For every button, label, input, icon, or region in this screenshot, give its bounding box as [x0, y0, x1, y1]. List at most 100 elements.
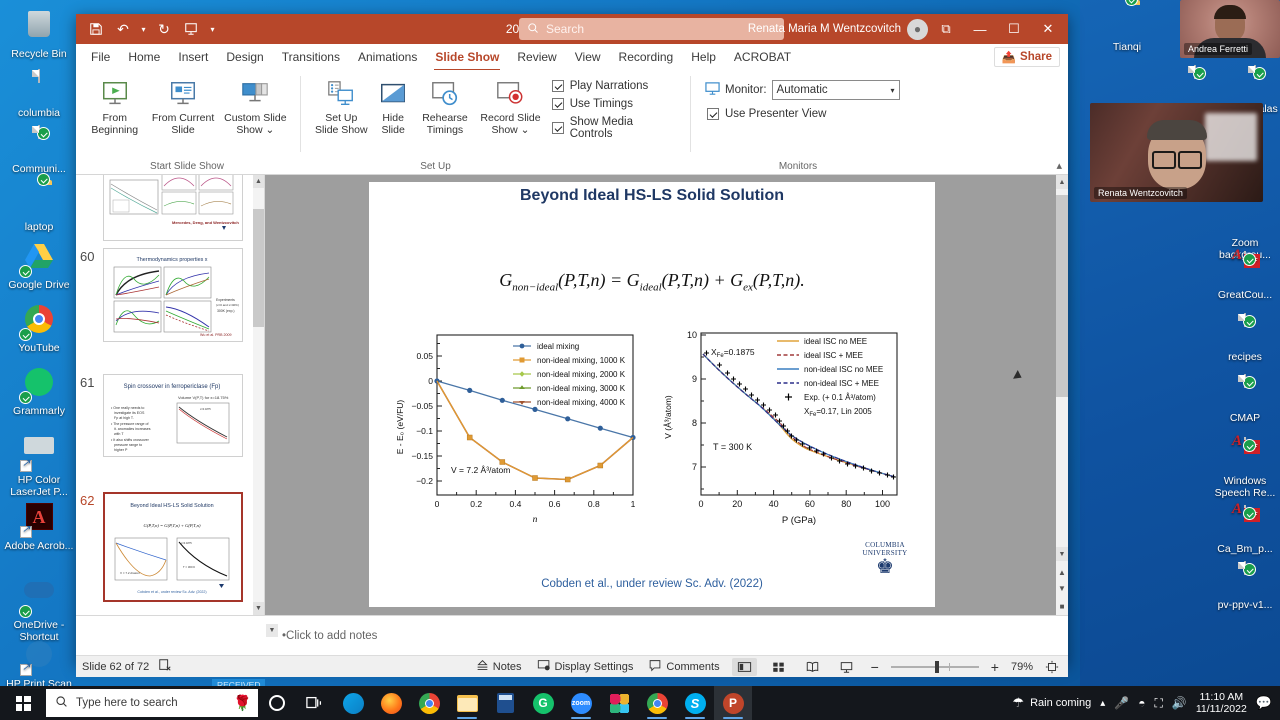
reading-view-button[interactable]: [800, 658, 825, 676]
monitor-select[interactable]: Automatic ▾: [771, 80, 900, 100]
desktop-icon-tianqi[interactable]: Tianqi: [1090, 0, 1164, 53]
desktop-icon-laptop[interactable]: laptop: [2, 173, 76, 233]
slide-thumbnail[interactable]: Thermodynamics properties x Experiments …: [103, 248, 243, 342]
file-explorer-icon[interactable]: [448, 686, 486, 720]
chrome-window-icon[interactable]: [638, 686, 676, 720]
start-button[interactable]: [0, 686, 46, 720]
save-icon[interactable]: [84, 18, 108, 40]
desktop-icon-greatcou[interactable]: PDFA GreatCou...: [1208, 248, 1280, 302]
tab-transitions[interactable]: Transitions: [273, 46, 349, 68]
desktop-icon-onedrive-shortcut[interactable]: OneDrive - Shortcut: [2, 572, 76, 643]
tab-file[interactable]: File: [82, 46, 119, 68]
comments-button[interactable]: Comments: [645, 658, 722, 676]
desktop-icon-hp-color-laserjet[interactable]: HP Color LaserJet P...: [2, 428, 76, 498]
tab-animations[interactable]: Animations: [349, 46, 426, 68]
display-settings-button[interactable]: Display Settings: [534, 658, 637, 676]
zoom-out-button[interactable]: −: [868, 658, 882, 676]
collapse-ribbon-icon[interactable]: ▴: [1056, 159, 1062, 172]
slide-editing-pane[interactable]: Beyond Ideal HS-LS Solid Solution Gnon−i…: [265, 175, 1068, 615]
tab-acrobat[interactable]: ACROBAT: [725, 46, 800, 68]
zoom-icon[interactable]: zoom: [562, 686, 600, 720]
battery-icon[interactable]: ⛶: [1154, 696, 1162, 711]
next-slide-icon[interactable]: ▼: [1056, 581, 1068, 595]
powerpoint-icon[interactable]: P: [714, 686, 752, 720]
zoom-slider-thumb[interactable]: [934, 660, 939, 673]
desktop-icon-communi[interactable]: Communi...: [2, 125, 76, 175]
desktop-icon-grammarly[interactable]: Grammarly: [2, 366, 76, 417]
undo-icon[interactable]: ↶: [111, 18, 135, 40]
scroll-down-icon[interactable]: ▼: [1056, 547, 1068, 561]
slack-icon[interactable]: [600, 686, 638, 720]
taskbar-search[interactable]: Type here to search 🌹: [46, 689, 258, 717]
desktop-icon-youtube[interactable]: YouTube: [2, 303, 76, 354]
desktop-icon-google-drive[interactable]: Google Drive: [2, 240, 76, 291]
skype-icon[interactable]: S: [676, 686, 714, 720]
desktop-icon-cmap[interactable]: CMAP: [1208, 374, 1280, 424]
slide-thumbnail-pane[interactable]: Mercedes, Deng, and Wentzcovitch PRB (20…: [76, 175, 265, 615]
customize-qat-icon[interactable]: ▾: [206, 18, 219, 40]
minimize-button[interactable]: —: [964, 14, 996, 44]
slide-thumbnail[interactable]: Spin crossover in ferropericlase (Fp) Vo…: [103, 374, 243, 457]
use-presenter-view-checkbox[interactable]: Use Presenter View: [701, 100, 826, 120]
grammarly-icon[interactable]: G: [524, 686, 562, 720]
normal-view-button[interactable]: [731, 657, 757, 676]
desktop-icon-pv-ppv-v1[interactable]: pv-ppv-v1...: [1208, 561, 1280, 611]
thumbnail-scroll-up-icon[interactable]: ▲: [253, 175, 264, 188]
thumbnail-scroll-down-icon[interactable]: ▼: [253, 602, 264, 615]
slide-citation[interactable]: Cobden et al., under review Sc. Adv. (20…: [369, 578, 935, 590]
ribbon-display-options-icon[interactable]: ⧉: [930, 14, 962, 44]
desktop-icon-ca-bm-p[interactable]: PDFA Ca_Bm_p...: [1208, 502, 1280, 556]
show-hidden-icons[interactable]: ▴: [1100, 698, 1105, 709]
tab-design[interactable]: Design: [217, 46, 272, 68]
notes-placeholder[interactable]: •Click to add notes: [282, 630, 377, 642]
previous-slide-icon[interactable]: ▲: [1056, 565, 1068, 579]
account-name[interactable]: Renata Maria M Wentzcovitch: [748, 23, 901, 35]
weather-widget[interactable]: ☂ Rain coming: [1012, 695, 1091, 711]
scroll-up-icon[interactable]: ▲: [1056, 175, 1068, 189]
firefox-icon[interactable]: [372, 686, 410, 720]
scrollbar-thumb[interactable]: [1056, 195, 1068, 397]
volume-pressure-chart[interactable]: 10 9 87 V (Å³/atom) 0 20 40 60 80 100 P …: [659, 325, 911, 530]
notes-collapse-icon[interactable]: ▼: [266, 624, 278, 637]
zoom-level[interactable]: 79%: [1011, 661, 1033, 673]
chrome-icon[interactable]: [410, 686, 448, 720]
desktop-icon-recipes[interactable]: recipes: [1208, 313, 1280, 363]
edge-icon[interactable]: [334, 686, 372, 720]
desktop-icon-adobe-acrobat[interactable]: A Adobe Acrob...: [2, 500, 76, 552]
thumbnail-scrollbar-thumb[interactable]: [253, 209, 264, 327]
from-beginning-button[interactable]: From Beginning: [84, 74, 145, 140]
search-box[interactable]: Search: [519, 18, 784, 40]
tab-recording[interactable]: Recording: [610, 46, 683, 68]
notes-pane[interactable]: ▼ •Click to add notes: [76, 615, 1068, 655]
desktop-icon-recycle-bin[interactable]: Recycle Bin: [2, 8, 76, 60]
maximize-button[interactable]: ☐: [998, 14, 1030, 44]
tab-slide-show[interactable]: Slide Show: [426, 46, 508, 71]
fit-to-window-icon[interactable]: [1042, 659, 1062, 675]
zoom-slider[interactable]: [890, 660, 979, 673]
start-presentation-icon[interactable]: [179, 18, 203, 40]
calculator-icon[interactable]: [486, 686, 524, 720]
zoom-video-tile-andrea-ferretti[interactable]: Andrea Ferretti: [1180, 0, 1280, 58]
use-timings-checkbox[interactable]: Use Timings: [551, 98, 676, 110]
rehearse-timings-button[interactable]: Rehearse Timings: [415, 74, 476, 140]
slide-thumbnail-selected[interactable]: Beyond Ideal HS-LS Solid Solution G(P,T,…: [103, 492, 243, 602]
back-to-slide-icon[interactable]: ■: [1056, 599, 1068, 613]
cortana-icon[interactable]: [258, 686, 296, 720]
share-button[interactable]: 📤 Share: [993, 47, 1060, 67]
tab-view[interactable]: View: [566, 46, 610, 68]
play-narrations-checkbox[interactable]: Play Narrations: [551, 80, 676, 92]
slide-sorter-view-button[interactable]: [766, 658, 791, 676]
action-center-icon[interactable]: 💬: [1256, 695, 1272, 711]
record-slide-show-button[interactable]: Record Slide Show ⌄: [475, 74, 545, 140]
slide-show-view-button[interactable]: [834, 658, 859, 676]
hide-slide-button[interactable]: Hide Slide: [372, 74, 415, 140]
tab-help[interactable]: Help: [682, 46, 725, 68]
tab-home[interactable]: Home: [119, 46, 169, 68]
from-current-slide-button[interactable]: From Current Slide: [145, 74, 220, 140]
show-media-controls-checkbox[interactable]: Show Media Controls: [551, 116, 676, 140]
mixing-energy-chart[interactable]: 0.05 0 −0.05 −0.1 −0.15 −0.2 0 0.2 0.4 0…: [389, 327, 649, 527]
tab-insert[interactable]: Insert: [169, 46, 217, 68]
accessibility-checker-icon[interactable]: [158, 658, 172, 675]
wifi-icon[interactable]: ◓: [1138, 696, 1145, 710]
task-view-icon[interactable]: [296, 686, 334, 720]
